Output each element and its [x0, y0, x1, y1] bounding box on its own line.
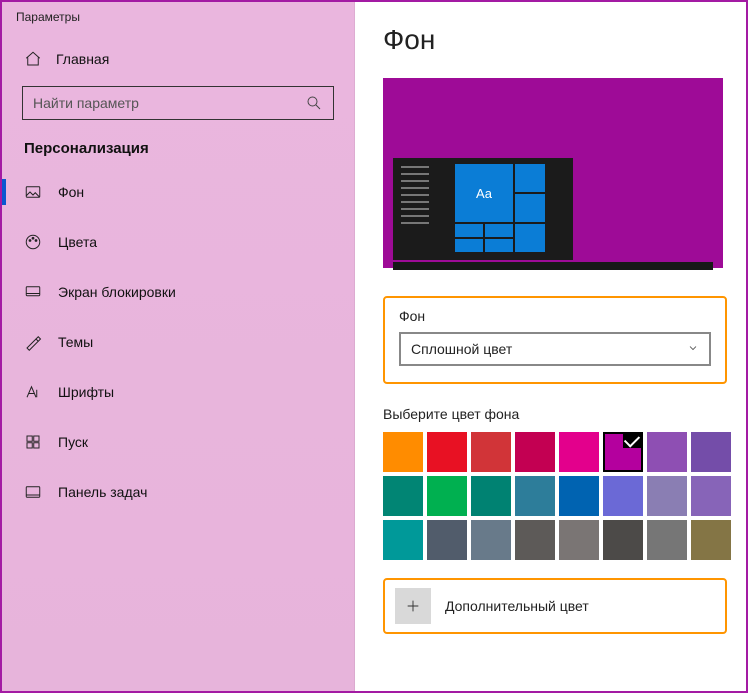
color-swatch[interactable]: [559, 432, 599, 472]
color-swatch[interactable]: [559, 476, 599, 516]
color-swatch[interactable]: [471, 432, 511, 472]
page-title: Фон: [383, 24, 722, 56]
background-mode-callout: Фон Сплошной цвет: [383, 296, 727, 384]
sidebar-item-lockscreen[interactable]: Экран блокировки: [2, 271, 354, 313]
home-icon: [24, 50, 42, 68]
add-custom-color-button[interactable]: [395, 588, 431, 624]
background-preview: Aa: [383, 78, 723, 268]
sidebar: Параметры Главная Персонализация Фон Цве…: [2, 2, 355, 691]
color-swatch[interactable]: [603, 520, 643, 560]
color-swatch[interactable]: [647, 520, 687, 560]
search-box[interactable]: [22, 86, 334, 120]
window-title: Параметры: [2, 2, 354, 40]
sidebar-item-label: Пуск: [58, 434, 88, 450]
sidebar-item-fonts[interactable]: Шрифты: [2, 371, 354, 413]
color-swatch[interactable]: [427, 432, 467, 472]
chevron-down-icon: [687, 341, 699, 357]
start-icon: [24, 433, 42, 451]
color-swatch[interactable]: [515, 476, 555, 516]
sidebar-item-start[interactable]: Пуск: [2, 421, 354, 463]
lockscreen-icon: [24, 283, 42, 301]
sidebar-home-label: Главная: [56, 51, 109, 67]
color-swatch[interactable]: [383, 432, 423, 472]
sidebar-item-label: Шрифты: [58, 384, 114, 400]
search-icon: [305, 94, 323, 112]
preview-start-menu: Aa: [393, 158, 573, 260]
fonts-icon: [24, 383, 42, 401]
color-swatch[interactable]: [559, 520, 599, 560]
sidebar-item-colors[interactable]: Цвета: [2, 221, 354, 263]
sidebar-item-label: Фон: [58, 184, 84, 200]
color-swatch[interactable]: [427, 476, 467, 516]
sidebar-item-label: Цвета: [58, 234, 97, 250]
search-input[interactable]: [33, 95, 305, 111]
color-swatch[interactable]: [647, 432, 687, 472]
custom-color-label: Дополнительный цвет: [445, 598, 589, 614]
sidebar-item-taskbar[interactable]: Панель задач: [2, 471, 354, 513]
color-swatch[interactable]: [691, 432, 731, 472]
themes-icon: [24, 333, 42, 351]
color-swatch[interactable]: [471, 520, 511, 560]
dropdown-value: Сплошной цвет: [411, 341, 512, 357]
color-swatch[interactable]: [383, 476, 423, 516]
sidebar-item-label: Темы: [58, 334, 93, 350]
sidebar-item-label: Панель задач: [58, 484, 147, 500]
sidebar-home[interactable]: Главная: [2, 40, 354, 78]
color-swatch[interactable]: [383, 520, 423, 560]
taskbar-icon: [24, 483, 42, 501]
color-swatch-grid: [383, 432, 731, 560]
bg-field-label: Фон: [399, 308, 711, 324]
sidebar-item-themes[interactable]: Темы: [2, 321, 354, 363]
color-swatch[interactable]: [515, 432, 555, 472]
color-swatch[interactable]: [691, 520, 731, 560]
color-swatch[interactable]: [603, 476, 643, 516]
color-swatch[interactable]: [647, 476, 687, 516]
preview-tile: Aa: [455, 164, 513, 222]
sidebar-item-background[interactable]: Фон: [2, 171, 354, 213]
palette-icon: [24, 233, 42, 251]
color-swatch[interactable]: [691, 476, 731, 516]
color-swatch[interactable]: [603, 432, 643, 472]
color-picker-label: Выберите цвет фона: [383, 406, 722, 422]
sidebar-item-label: Экран блокировки: [58, 284, 176, 300]
custom-color-callout: Дополнительный цвет: [383, 578, 727, 634]
sidebar-section-header: Персонализация: [2, 134, 354, 171]
color-swatch[interactable]: [427, 520, 467, 560]
main-pane: Фон Aa Фон Сплошной цвет Выберите цвет ф…: [355, 2, 746, 691]
picture-icon: [24, 183, 42, 201]
color-swatch[interactable]: [471, 476, 511, 516]
color-swatch[interactable]: [515, 520, 555, 560]
background-mode-dropdown[interactable]: Сплошной цвет: [399, 332, 711, 366]
